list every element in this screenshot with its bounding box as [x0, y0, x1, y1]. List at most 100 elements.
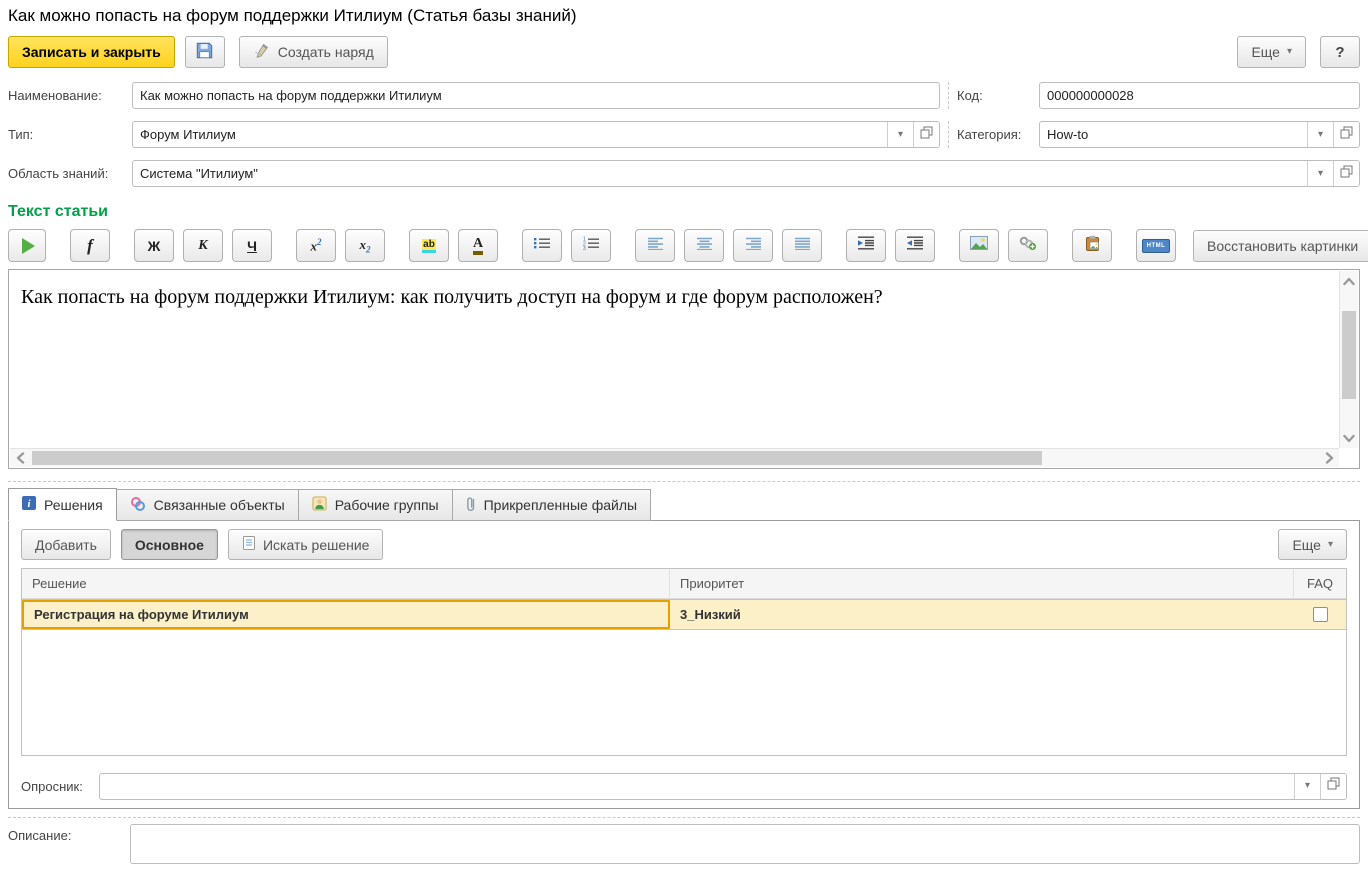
add-button[interactable]: Добавить	[21, 529, 111, 560]
align-center-button[interactable]	[684, 229, 724, 262]
underline-icon: Ч	[247, 239, 257, 253]
survey-open-button[interactable]	[1320, 774, 1346, 799]
open-in-window-icon	[920, 126, 933, 144]
vertical-scrollbar[interactable]	[1339, 271, 1358, 448]
knowledge-area-label: Область знаний:	[8, 166, 132, 181]
highlight-icon: ab	[422, 239, 436, 253]
tab-linked-objects[interactable]: Связанные объекты	[116, 489, 299, 521]
help-button[interactable]: ?	[1320, 36, 1360, 68]
horizontal-scroll-thumb[interactable]	[32, 451, 1042, 465]
tab-bar: i Решения Связанные объекты Рабочие груп…	[8, 488, 1360, 521]
link-icon	[1019, 236, 1037, 256]
document-icon	[242, 535, 256, 554]
chevron-down-icon: ▾	[1328, 540, 1333, 550]
horizontal-scrollbar[interactable]	[10, 448, 1339, 467]
bold-icon: Ж	[148, 239, 161, 253]
align-justify-icon	[794, 237, 811, 255]
faq-checkbox[interactable]	[1313, 607, 1328, 622]
article-text[interactable]: Как попасть на форум поддержки Итилиум: …	[9, 270, 1339, 448]
type-field[interactable]: Форум Итилиум ▾	[132, 121, 940, 148]
font-color-icon: A	[473, 236, 483, 255]
open-in-window-icon	[1340, 126, 1353, 144]
align-center-icon	[696, 237, 713, 255]
category-dropdown-button[interactable]: ▾	[1307, 122, 1333, 147]
column-header-solution[interactable]: Решение	[22, 569, 670, 598]
writing-hand-icon	[253, 43, 271, 62]
preview-button[interactable]	[8, 229, 46, 262]
decrease-indent-button[interactable]	[895, 229, 935, 262]
restore-pictures-button[interactable]: Восстановить картинки	[1193, 230, 1368, 262]
solution-cell[interactable]: Регистрация на форуме Итилиум	[22, 600, 670, 629]
paste-button[interactable]	[1072, 229, 1112, 262]
superscript-button[interactable]: x2	[296, 229, 336, 262]
category-field[interactable]: How-to ▾	[1039, 121, 1360, 148]
underline-button[interactable]: Ч	[232, 229, 272, 262]
html-mode-button[interactable]: HTML	[1136, 229, 1176, 262]
knowledge-area-dropdown-button[interactable]: ▾	[1307, 161, 1333, 186]
chevron-down-icon: ▾	[1287, 47, 1292, 57]
solutions-more-button[interactable]: Еще ▾	[1278, 529, 1347, 560]
paperclip-icon	[466, 496, 476, 515]
faq-cell[interactable]	[1294, 600, 1346, 629]
vertical-scroll-thumb[interactable]	[1342, 311, 1356, 399]
survey-field[interactable]: ▾	[99, 773, 1347, 800]
separator	[8, 817, 1360, 818]
font-color-button[interactable]: A	[458, 229, 498, 262]
tab-attached-files[interactable]: Прикрепленные файлы	[452, 489, 651, 521]
column-header-priority[interactable]: Приоритет	[670, 569, 1294, 598]
tab-work-groups[interactable]: Рабочие группы	[298, 489, 453, 521]
code-input[interactable]: 000000000028	[1039, 82, 1360, 109]
scroll-left-button[interactable]	[10, 449, 30, 467]
increase-indent-button[interactable]	[846, 229, 886, 262]
create-order-button[interactable]: Создать наряд	[239, 36, 388, 68]
description-input[interactable]	[130, 824, 1360, 864]
bold-button[interactable]: Ж	[134, 229, 174, 262]
article-editor[interactable]: Как попасть на форум поддержки Итилиум: …	[8, 269, 1360, 469]
search-solution-button[interactable]: Искать решение	[228, 529, 384, 560]
tab-solutions[interactable]: i Решения	[8, 488, 117, 521]
knowledge-area-field[interactable]: Система "Итилиум" ▾	[132, 160, 1360, 187]
separator	[8, 481, 1360, 482]
image-icon	[970, 236, 988, 255]
scroll-up-button[interactable]	[1340, 271, 1358, 291]
category-label: Категория:	[957, 127, 1039, 142]
scroll-down-button[interactable]	[1340, 428, 1358, 448]
solutions-toolbar: Добавить Основное Искать решение Еще ▾	[21, 529, 1347, 560]
type-open-button[interactable]	[913, 122, 939, 147]
chevron-down-icon: ▾	[1318, 130, 1323, 140]
chevron-down-icon: ▾	[1318, 169, 1323, 179]
header-form: Наименование: Как можно попасть на форум…	[8, 82, 1360, 187]
name-input[interactable]: Как можно попасть на форум поддержки Ити…	[132, 82, 940, 109]
info-icon: i	[22, 496, 36, 513]
align-justify-button[interactable]	[782, 229, 822, 262]
numbered-list-button[interactable]: 123	[571, 229, 611, 262]
column-header-faq[interactable]: FAQ	[1294, 569, 1346, 598]
survey-dropdown-button[interactable]: ▾	[1294, 774, 1320, 799]
category-open-button[interactable]	[1333, 122, 1359, 147]
insert-link-button[interactable]	[1008, 229, 1048, 262]
article-section-title: Текст статьи	[8, 203, 1360, 221]
more-button[interactable]: Еще ▾	[1237, 36, 1306, 68]
bullet-list-button[interactable]	[522, 229, 562, 262]
save-and-close-button[interactable]: Записать и закрыть	[8, 36, 175, 68]
formula-button[interactable]: f	[70, 229, 110, 262]
chevron-down-icon: ▾	[898, 130, 903, 140]
priority-cell[interactable]: 3_Низкий	[670, 600, 1294, 629]
align-left-button[interactable]	[635, 229, 675, 262]
numbered-list-icon: 123	[582, 236, 600, 255]
type-dropdown-button[interactable]: ▾	[887, 122, 913, 147]
table-row[interactable]: Регистрация на форуме Итилиум 3_Низкий	[22, 599, 1346, 630]
scroll-right-button[interactable]	[1319, 449, 1339, 467]
knowledge-area-open-button[interactable]	[1333, 161, 1359, 186]
align-right-button[interactable]	[733, 229, 773, 262]
insert-image-button[interactable]	[959, 229, 999, 262]
align-left-icon	[647, 237, 664, 255]
italic-button[interactable]: К	[183, 229, 223, 262]
description-label: Описание:	[8, 824, 130, 843]
subscript-button[interactable]: x2	[345, 229, 385, 262]
bullet-list-icon	[533, 236, 551, 255]
main-toggle-button[interactable]: Основное	[121, 529, 218, 560]
highlight-color-button[interactable]: ab	[409, 229, 449, 262]
save-button[interactable]	[185, 36, 225, 68]
description-row: Описание:	[8, 824, 1360, 864]
